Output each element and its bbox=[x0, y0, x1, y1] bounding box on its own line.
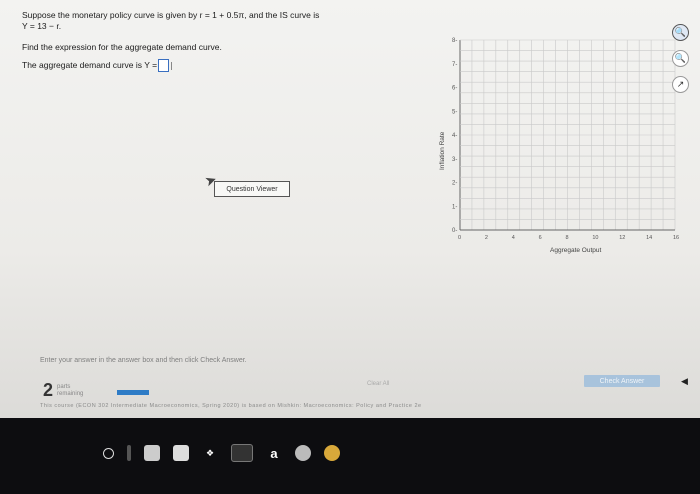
question-line1: Suppose the monetary policy curve is giv… bbox=[22, 10, 320, 20]
x-tick-label: 2 bbox=[485, 235, 488, 241]
taskbar-icons: ❖ a bbox=[103, 442, 353, 464]
text-cursor bbox=[171, 61, 173, 70]
question-viewer-label: Question Viewer bbox=[226, 185, 278, 193]
graph-ylabel: Inflation Rate bbox=[439, 131, 446, 170]
video-app-icon[interactable] bbox=[231, 444, 253, 462]
course-footer: This course (ECON 302 Intermediate Macro… bbox=[40, 403, 422, 409]
y-tick-label: 7- bbox=[452, 62, 457, 68]
graph-panel[interactable]: Inflation Rate 0- 1- 2- 3- 4- 5- 6- 7- 8- 0 2 4 6 8 1… bbox=[430, 30, 685, 260]
bag-app-icon[interactable] bbox=[173, 445, 189, 461]
amazon-icon[interactable]: a bbox=[266, 445, 282, 461]
question-line2: Y = 13 − r. bbox=[22, 21, 62, 31]
zoom-in-icon[interactable]: 🔍 bbox=[672, 24, 689, 41]
sidebar-icon[interactable] bbox=[127, 445, 131, 461]
parts-label2: remaining bbox=[57, 390, 84, 397]
x-tick-label: 12 bbox=[619, 235, 625, 241]
y-tick-label: 6- bbox=[452, 86, 457, 92]
check-answer-label: Check Answer bbox=[599, 377, 645, 385]
zoom-out-icon[interactable]: 🔍 bbox=[672, 50, 689, 67]
graph-grid bbox=[459, 39, 676, 231]
next-question-icon[interactable]: ◀ bbox=[681, 376, 688, 387]
y-tick-label: 0- bbox=[452, 228, 457, 234]
y-tick-label: 1- bbox=[452, 204, 457, 210]
screen: Suppose the monetary policy curve is giv… bbox=[0, 0, 700, 418]
y-tick-label: 3- bbox=[452, 157, 457, 163]
instruction-text: Enter your answer in the answer box and … bbox=[40, 357, 247, 364]
x-tick-label: 16 bbox=[673, 235, 679, 241]
question-prompt: Find the expression for the aggregate de… bbox=[22, 42, 222, 52]
y-tick-label: 2- bbox=[452, 181, 457, 187]
camera-app-icon[interactable] bbox=[295, 445, 311, 461]
answer-prefix: The aggregate demand curve is Y = bbox=[22, 60, 158, 70]
parts-remaining: 2 parts remaining bbox=[43, 380, 83, 401]
parts-label: parts remaining bbox=[57, 384, 83, 398]
question-text: Suppose the monetary policy curve is giv… bbox=[22, 10, 382, 32]
chrome-icon[interactable] bbox=[324, 445, 340, 461]
x-tick-label: 4 bbox=[512, 235, 515, 241]
parts-label1: parts bbox=[57, 383, 71, 390]
image-app-icon[interactable] bbox=[144, 445, 160, 461]
parts-progress-bar bbox=[117, 390, 149, 395]
x-tick-label: 0 bbox=[458, 235, 461, 241]
check-answer-button[interactable]: Check Answer bbox=[584, 375, 660, 387]
popout-icon[interactable]: ↗ bbox=[672, 76, 689, 93]
side-tools: 🔍 🔍 ↗ bbox=[669, 24, 691, 102]
y-tick-label: 5- bbox=[452, 109, 457, 115]
home-circle-icon[interactable] bbox=[103, 447, 114, 459]
question-viewer-button[interactable]: Question Viewer bbox=[214, 181, 290, 197]
graph-yticks: 0- 1- 2- 3- 4- 5- 6- 7- 8- bbox=[452, 38, 457, 234]
graph-xlabel: Aggregate Output bbox=[550, 247, 602, 254]
x-tick-label: 6 bbox=[539, 235, 542, 241]
answer-line: The aggregate demand curve is Y = bbox=[22, 59, 382, 72]
y-tick-label: 8- bbox=[452, 38, 457, 44]
dropbox-icon[interactable]: ❖ bbox=[202, 445, 218, 461]
x-tick-label: 10 bbox=[592, 235, 598, 241]
answer-input[interactable] bbox=[158, 59, 170, 72]
graph-xticks: 0 2 4 6 8 10 12 14 16 bbox=[458, 235, 679, 241]
parts-number: 2 bbox=[43, 380, 54, 400]
clear-all-button[interactable]: Clear All bbox=[367, 381, 389, 387]
question-panel: Suppose the monetary policy curve is giv… bbox=[22, 10, 382, 78]
x-tick-label: 14 bbox=[646, 235, 652, 241]
graph-svg[interactable]: Inflation Rate 0- 1- 2- 3- 4- 5- 6- 7- 8- 0 2 4 6 8 1… bbox=[430, 30, 685, 260]
x-tick-label: 8 bbox=[566, 235, 569, 241]
y-tick-label: 4- bbox=[452, 133, 457, 139]
